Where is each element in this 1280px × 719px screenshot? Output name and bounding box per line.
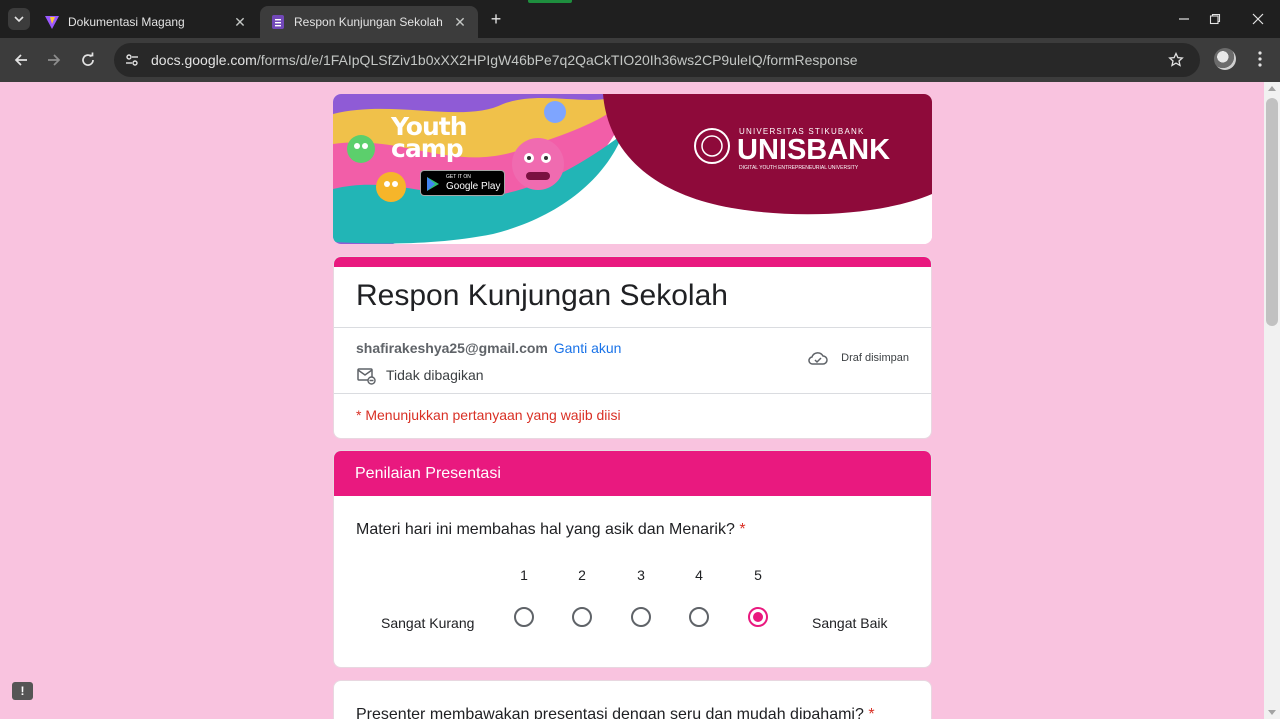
scale-number-1: 1 bbox=[520, 567, 528, 583]
play-badge-small-text: GET IT ON bbox=[446, 174, 471, 180]
title-accent-bar bbox=[334, 257, 931, 267]
site-settings-icon[interactable] bbox=[118, 46, 146, 74]
scale-high-label: Sangat Baik bbox=[812, 615, 888, 631]
restore-button[interactable] bbox=[1203, 8, 1227, 30]
question-label: Materi hari ini membahas hal yang asik d… bbox=[356, 521, 735, 538]
rating-radio-4[interactable] bbox=[689, 607, 709, 627]
google-play-icon bbox=[427, 177, 439, 191]
url-text: docs.google.com/forms/d/e/1FAIpQLSfZiv1b… bbox=[151, 52, 858, 68]
scale-low-label: Sangat Kurang bbox=[381, 615, 475, 631]
draft-saved-text: Draf disimpan bbox=[841, 352, 909, 364]
vite-icon bbox=[44, 14, 60, 30]
cloud-done-icon bbox=[808, 352, 828, 365]
not-shared-text: Tidak dibagikan bbox=[386, 367, 484, 383]
draft-saved-status: Draf disimpan bbox=[807, 349, 909, 367]
required-mark: * bbox=[868, 706, 875, 719]
page-viewport: Youth camp GET IT ON Google Play UNIVERS… bbox=[0, 82, 1264, 719]
restore-icon bbox=[1209, 13, 1221, 25]
browser-menu-button[interactable] bbox=[1250, 48, 1270, 70]
arrow-left-icon bbox=[14, 54, 27, 66]
bookmark-star-icon[interactable] bbox=[1166, 50, 1186, 70]
tab-group-indicator bbox=[528, 0, 572, 3]
address-bar[interactable]: docs.google.com/forms/d/e/1FAIpQLSfZiv1b… bbox=[114, 43, 1200, 77]
scroll-up-arrow[interactable] bbox=[1268, 86, 1276, 91]
close-window-button[interactable] bbox=[1246, 8, 1270, 30]
scale-number-3: 3 bbox=[637, 567, 645, 583]
close-icon[interactable]: ✕ bbox=[452, 14, 468, 30]
rating-radio-3[interactable] bbox=[631, 607, 651, 627]
scale-number-2: 2 bbox=[578, 567, 586, 583]
next-question-text: Presenter membawakan presentasi dengan s… bbox=[356, 706, 875, 719]
mail-off-icon bbox=[357, 368, 376, 385]
account-info: shafirakeshya25@gmail.com Ganti akun bbox=[356, 340, 621, 356]
university-name: UNISBANK bbox=[737, 134, 891, 166]
arrow-right-icon bbox=[48, 54, 61, 66]
reload-button[interactable] bbox=[76, 48, 100, 72]
back-button[interactable] bbox=[9, 48, 33, 72]
url-host: docs.google.com bbox=[151, 52, 257, 68]
rating-radio-5[interactable] bbox=[748, 607, 768, 627]
google-forms-icon bbox=[270, 14, 286, 30]
close-icon[interactable]: ✕ bbox=[232, 14, 248, 30]
form-title: Respon Kunjungan Sekolah bbox=[356, 279, 728, 312]
question-text: Materi hari ini membahas hal yang asik d… bbox=[356, 521, 746, 539]
university-tagline: DIGITAL YOUTH ENTREPRENEURIAL UNIVERSITY bbox=[739, 165, 859, 171]
reload-icon bbox=[82, 52, 94, 66]
play-badge-text: Google Play bbox=[446, 181, 501, 192]
form-header-banner: Youth camp GET IT ON Google Play UNIVERS… bbox=[333, 94, 932, 244]
required-mark: * bbox=[739, 521, 746, 538]
scroll-down-arrow[interactable] bbox=[1268, 710, 1276, 715]
feedback-icon[interactable]: ! bbox=[12, 682, 33, 700]
next-question-card: Presenter membawakan presentasi dengan s… bbox=[333, 680, 932, 719]
youth-camp-logo: Youth camp bbox=[391, 112, 468, 163]
section-card: Penilaian Presentasi Materi hari ini mem… bbox=[333, 450, 932, 668]
divider bbox=[334, 393, 931, 394]
form-title-card: Respon Kunjungan Sekolah shafirakeshya25… bbox=[333, 256, 932, 439]
rating-radio-1[interactable] bbox=[514, 607, 534, 627]
tab-respon-kunjungan-sekolah[interactable]: Respon Kunjungan Sekolah ✕ bbox=[260, 6, 478, 38]
tab-title: Dokumentasi Magang bbox=[68, 15, 185, 29]
switch-account-link[interactable]: Ganti akun bbox=[554, 340, 622, 356]
more-vert-icon bbox=[1258, 51, 1262, 67]
section-title: Penilaian Presentasi bbox=[334, 451, 931, 496]
tab-title: Respon Kunjungan Sekolah bbox=[294, 15, 443, 29]
google-play-badge[interactable]: GET IT ON Google Play bbox=[420, 170, 505, 196]
tab-dokumentasi-magang[interactable]: Dokumentasi Magang ✕ bbox=[34, 6, 258, 38]
url-path: /forms/d/e/1FAIpQLSfZiv1b0xXX2HPIgW46bPe… bbox=[256, 52, 858, 68]
forward-button[interactable] bbox=[42, 48, 66, 72]
browser-toolbar: docs.google.com/forms/d/e/1FAIpQLSfZiv1b… bbox=[0, 38, 1280, 82]
divider bbox=[334, 327, 931, 328]
chevron-down-icon bbox=[14, 16, 24, 23]
close-icon bbox=[1252, 13, 1264, 25]
scale-number-5: 5 bbox=[754, 567, 762, 583]
new-tab-button[interactable]: + bbox=[486, 9, 506, 29]
account-email: shafirakeshya25@gmail.com bbox=[356, 340, 548, 356]
profile-avatar[interactable] bbox=[1214, 48, 1236, 70]
scale-number-4: 4 bbox=[695, 567, 703, 583]
page-scrollbar[interactable] bbox=[1264, 82, 1280, 719]
tab-strip: Dokumentasi Magang ✕ Respon Kunjungan Se… bbox=[0, 0, 1280, 38]
scroll-thumb[interactable] bbox=[1266, 98, 1278, 326]
next-question-label: Presenter membawakan presentasi dengan s… bbox=[356, 706, 864, 719]
required-note: * Menunjukkan pertanyaan yang wajib diis… bbox=[356, 407, 621, 423]
tab-search-button[interactable] bbox=[8, 8, 30, 30]
rating-radio-2[interactable] bbox=[572, 607, 592, 627]
minimize-button[interactable] bbox=[1172, 8, 1196, 30]
not-shared-status: Tidak dibagikan bbox=[356, 365, 484, 385]
minimize-icon bbox=[1179, 18, 1189, 20]
